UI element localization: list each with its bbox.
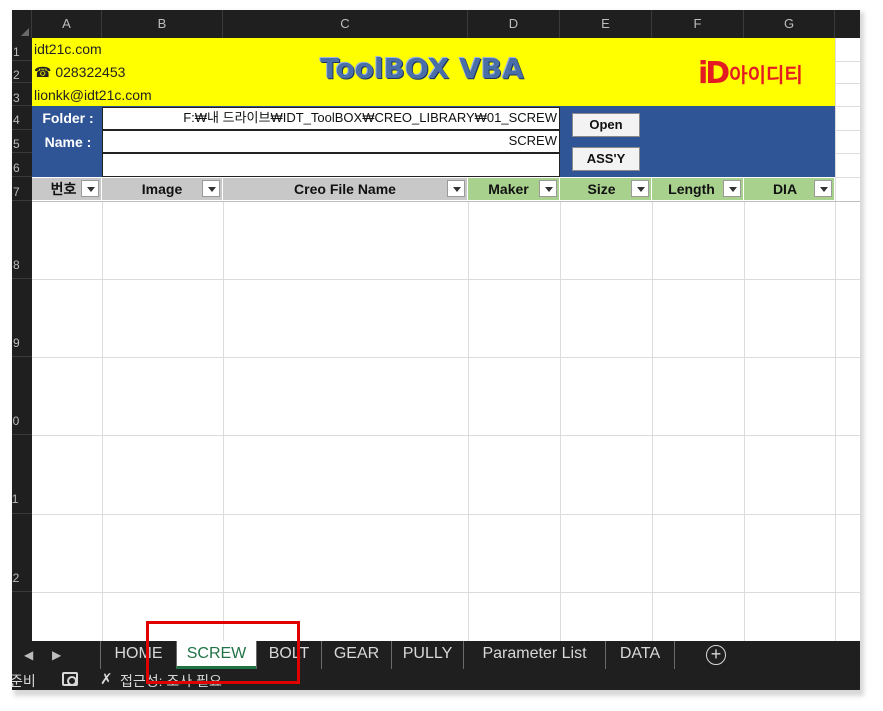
gridline xyxy=(652,201,653,641)
column-header-c[interactable]: C xyxy=(223,10,468,38)
phone-text[interactable]: ☎ 028322453 xyxy=(34,64,125,81)
folder-path-field[interactable]: F:₩내 드라이브₩IDT_ToolBOX₩CREO_LIBRARY₩01_SC… xyxy=(102,107,560,130)
excel-window: A B C D E F G 1 2 3 4 5 6 7 8 9 10 11 12… xyxy=(12,10,860,690)
sheet-tab-pully[interactable]: PULLY xyxy=(391,641,463,669)
logo-mark: iD xyxy=(698,55,730,91)
scroll-tabs-left-icon[interactable]: ◀ xyxy=(24,641,33,669)
assy-button[interactable]: ASS'Y xyxy=(572,147,640,171)
filter-dropdown-icon[interactable] xyxy=(631,180,649,197)
row-header-2[interactable]: 2 xyxy=(12,61,32,83)
gridline xyxy=(835,83,860,84)
macro-recording-icon[interactable] xyxy=(62,672,78,686)
row-header-4[interactable]: 4 xyxy=(12,106,32,130)
table-header-dia[interactable]: DIA xyxy=(744,178,835,200)
filter-dropdown-icon[interactable] xyxy=(723,180,741,197)
column-header-e[interactable]: E xyxy=(560,10,652,38)
gridline xyxy=(835,106,860,107)
gridline xyxy=(102,201,103,641)
gridline xyxy=(835,38,836,641)
gridline xyxy=(223,201,224,641)
row-header-10[interactable]: 10 xyxy=(12,357,32,435)
select-all-corner[interactable] xyxy=(12,10,32,38)
app-title: ToolBOX VBA xyxy=(320,52,524,85)
sheet-tab-parameter-list[interactable]: Parameter List xyxy=(463,641,605,669)
filter-dropdown-icon[interactable] xyxy=(81,180,99,197)
table-header-label: Maker xyxy=(488,181,529,197)
column-header-a[interactable]: A xyxy=(32,10,102,38)
row-header-1[interactable]: 1 xyxy=(12,38,32,61)
column-header-b[interactable]: B xyxy=(102,10,223,38)
column-header-h[interactable] xyxy=(835,10,860,38)
open-button[interactable]: Open xyxy=(572,113,640,137)
company-logo: iD 아이디티 xyxy=(698,55,803,91)
gridline xyxy=(835,153,860,154)
column-header-d[interactable]: D xyxy=(468,10,560,38)
row-header-7[interactable]: 7 xyxy=(12,177,32,201)
row-header-5[interactable]: 5 xyxy=(12,130,32,153)
gridline xyxy=(835,177,860,178)
scroll-tabs-right-icon[interactable]: ▶ xyxy=(52,641,61,669)
table-header-number[interactable]: 번호 xyxy=(32,178,102,200)
row-header-13[interactable] xyxy=(12,592,32,641)
filter-dropdown-icon[interactable] xyxy=(447,180,465,197)
table-header-label: Size xyxy=(587,181,616,197)
row-header-8[interactable]: 8 xyxy=(12,201,32,279)
gridline xyxy=(744,201,745,641)
table-header-creo-file-name[interactable]: Creo File Name xyxy=(223,178,468,200)
table-header-label: DIA xyxy=(772,181,798,197)
extra-field[interactable] xyxy=(102,153,560,177)
table-header-label: Length xyxy=(668,181,715,197)
table-header-image[interactable]: Image xyxy=(102,178,223,200)
highlight-annotation xyxy=(146,621,300,684)
folder-label: Folder : xyxy=(42,110,94,126)
add-sheet-icon[interactable]: + xyxy=(706,645,726,665)
row-header-3[interactable]: 3 xyxy=(12,83,32,106)
row-header-9[interactable]: 9 xyxy=(12,279,32,357)
gridline xyxy=(32,514,860,515)
row-header-6[interactable]: 6 xyxy=(12,153,32,177)
sheet-tab-data[interactable]: DATA xyxy=(605,641,675,669)
logo-text: 아이디티 xyxy=(729,62,803,87)
gridline xyxy=(32,279,860,280)
table-header-label: Creo File Name xyxy=(294,181,396,197)
column-header-g[interactable]: G xyxy=(744,10,835,38)
gridline xyxy=(560,201,561,641)
gridline xyxy=(468,201,469,641)
website-text[interactable]: idt21c.com xyxy=(34,41,102,57)
sheet-tab-gear[interactable]: GEAR xyxy=(321,641,391,669)
name-label: Name : xyxy=(44,134,92,150)
filter-dropdown-icon[interactable] xyxy=(202,180,220,197)
gridline xyxy=(32,592,860,593)
filter-dropdown-icon[interactable] xyxy=(539,180,557,197)
table-header-length[interactable]: Length xyxy=(652,178,744,200)
sheet-tab-bar: ◀ ▶ HOME SCREW BOLT GEAR PULLY Parameter… xyxy=(12,641,860,669)
accessibility-icon[interactable]: ✗ xyxy=(100,670,113,688)
gridline xyxy=(835,130,860,131)
row-header-12[interactable]: 12 xyxy=(12,514,32,592)
gridline xyxy=(32,201,860,202)
table-header-label: Image xyxy=(141,181,183,197)
status-bar: 준비 ✗ 접근성: 조사 필요 xyxy=(12,669,860,690)
gridline xyxy=(32,357,860,358)
row-header-11[interactable]: 11 xyxy=(12,435,32,514)
filter-dropdown-icon[interactable] xyxy=(814,180,832,197)
table-header-maker[interactable]: Maker xyxy=(468,178,560,200)
table-header-label: 번호 xyxy=(50,181,77,197)
email-text[interactable]: lionkk@idt21c.com xyxy=(34,87,152,103)
gridline xyxy=(835,61,860,62)
gridline xyxy=(32,435,860,436)
status-ready-text: 준비 xyxy=(12,673,36,689)
table-header-size[interactable]: Size xyxy=(560,178,652,200)
name-field[interactable]: SCREW xyxy=(102,130,560,153)
column-header-f[interactable]: F xyxy=(652,10,744,38)
